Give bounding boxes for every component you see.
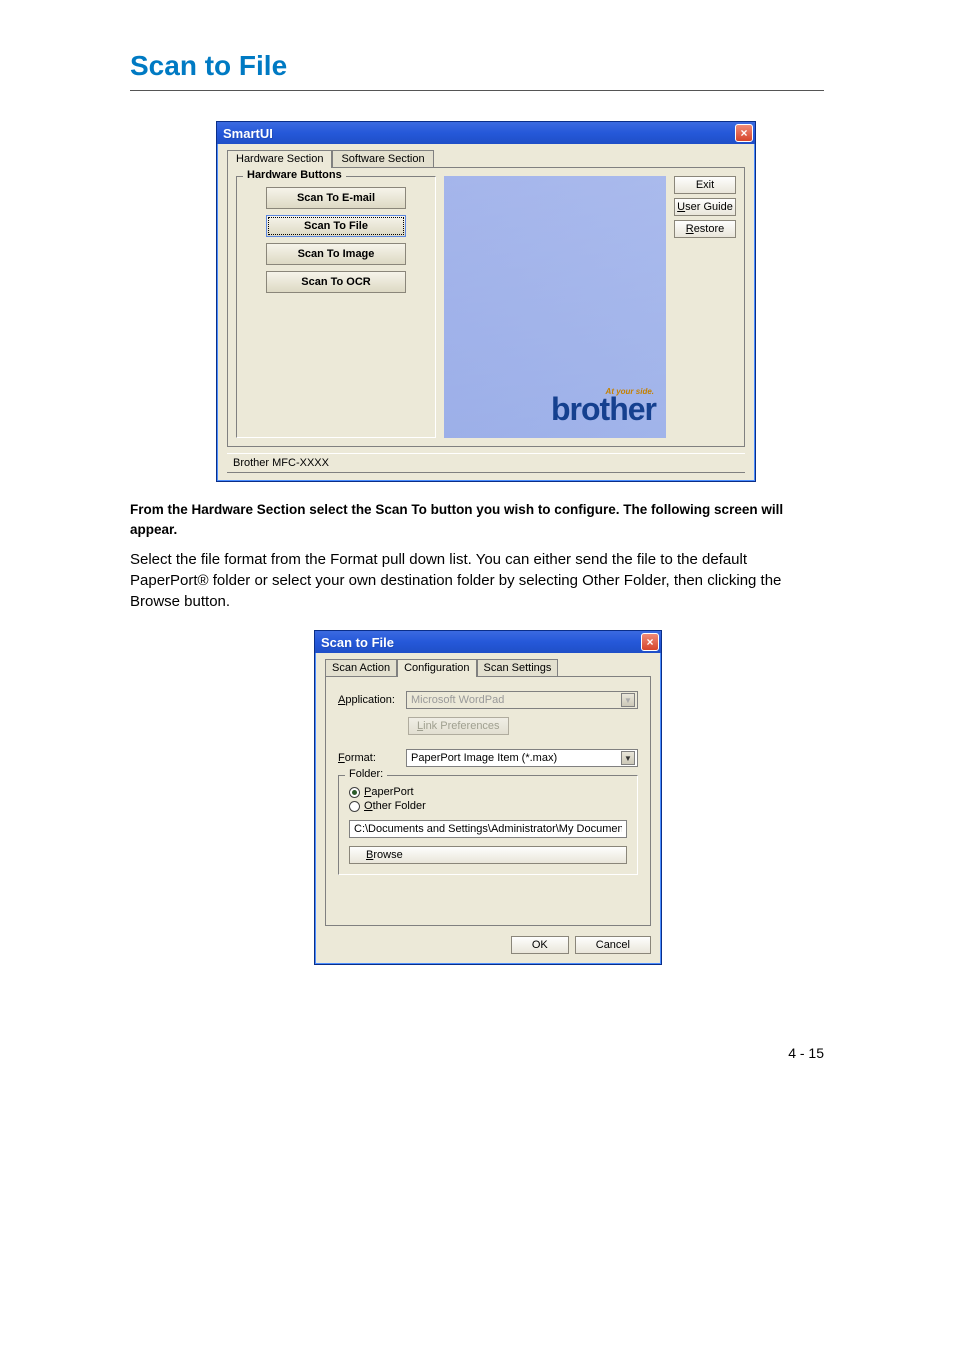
hardware-buttons-label: Hardware Buttons [243, 169, 346, 181]
close-button[interactable]: × [735, 124, 753, 142]
radio-other-folder[interactable]: Other Folder [349, 800, 627, 812]
exit-button[interactable]: Exit [674, 176, 736, 194]
close-icon: × [740, 127, 747, 139]
user-guide-button[interactable]: User Guide [674, 198, 736, 216]
paragraph-1: From the Hardware Section select the Sca… [130, 500, 824, 539]
hardware-buttons-group: Hardware Buttons Scan To E-mail Scan To … [236, 176, 436, 438]
format-value: PaperPort Image Item (*.max) [411, 752, 557, 764]
chevron-down-icon[interactable]: ▼ [621, 751, 635, 765]
radio-icon [349, 801, 360, 812]
scan-to-file-button[interactable]: Scan To File [266, 215, 406, 237]
radio-icon [349, 787, 360, 798]
format-combo[interactable]: PaperPort Image Item (*.max) ▼ [406, 749, 638, 767]
tab-scan-settings[interactable]: Scan Settings [477, 659, 559, 677]
titlebar: SmartUI × [217, 122, 755, 144]
application-combo: Microsoft WordPad ▼ [406, 691, 638, 709]
application-label: Application: [338, 694, 398, 706]
scan-to-email-button[interactable]: Scan To E-mail [266, 187, 406, 209]
restore-button[interactable]: Restore [674, 220, 736, 238]
status-bar: Brother MFC-XXXX [227, 453, 745, 473]
smartui-window: SmartUI × Hardware Section Software Sect… [216, 121, 756, 482]
format-label: Format: [338, 752, 398, 764]
section-rule [130, 90, 824, 91]
ok-button[interactable]: OK [511, 936, 569, 954]
dialog-close-button[interactable]: × [641, 633, 659, 651]
scan-to-ocr-button[interactable]: Scan To OCR [266, 271, 406, 293]
folder-path-input[interactable] [349, 820, 627, 838]
window-title: SmartUI [223, 126, 273, 141]
chevron-down-icon: ▼ [621, 693, 635, 707]
paragraph-2: Select the file format from the Format p… [130, 549, 824, 612]
brother-logo: brother [551, 391, 656, 428]
section-title: Scan to File [0, 40, 954, 88]
tab-configuration[interactable]: Configuration [397, 659, 476, 677]
folder-legend: Folder: [345, 768, 387, 780]
application-value: Microsoft WordPad [411, 694, 504, 706]
scan-to-image-button[interactable]: Scan To Image [266, 243, 406, 265]
scan-to-file-dialog: Scan to File × Scan Action Configuration… [314, 630, 662, 965]
radio-paperport[interactable]: PaperPort [349, 786, 627, 798]
folder-fieldset: Folder: PaperPort Other Folder Browse [338, 775, 638, 875]
background-image: At your side. brother [444, 176, 666, 438]
close-icon: × [646, 636, 653, 648]
link-preferences-button: Link Preferences [408, 717, 509, 735]
dialog-titlebar: Scan to File × [315, 631, 661, 653]
tab-scan-action[interactable]: Scan Action [325, 659, 397, 677]
tab-software-section[interactable]: Software Section [332, 150, 433, 168]
cancel-button[interactable]: Cancel [575, 936, 651, 954]
browse-button[interactable]: Browse [349, 846, 627, 864]
page-number: 4 - 15 [0, 965, 954, 1101]
page: Scan to File SmartUI × Hardware Section … [0, 0, 954, 1101]
dialog-title: Scan to File [321, 635, 394, 650]
tab-hardware-section[interactable]: Hardware Section [227, 150, 332, 168]
